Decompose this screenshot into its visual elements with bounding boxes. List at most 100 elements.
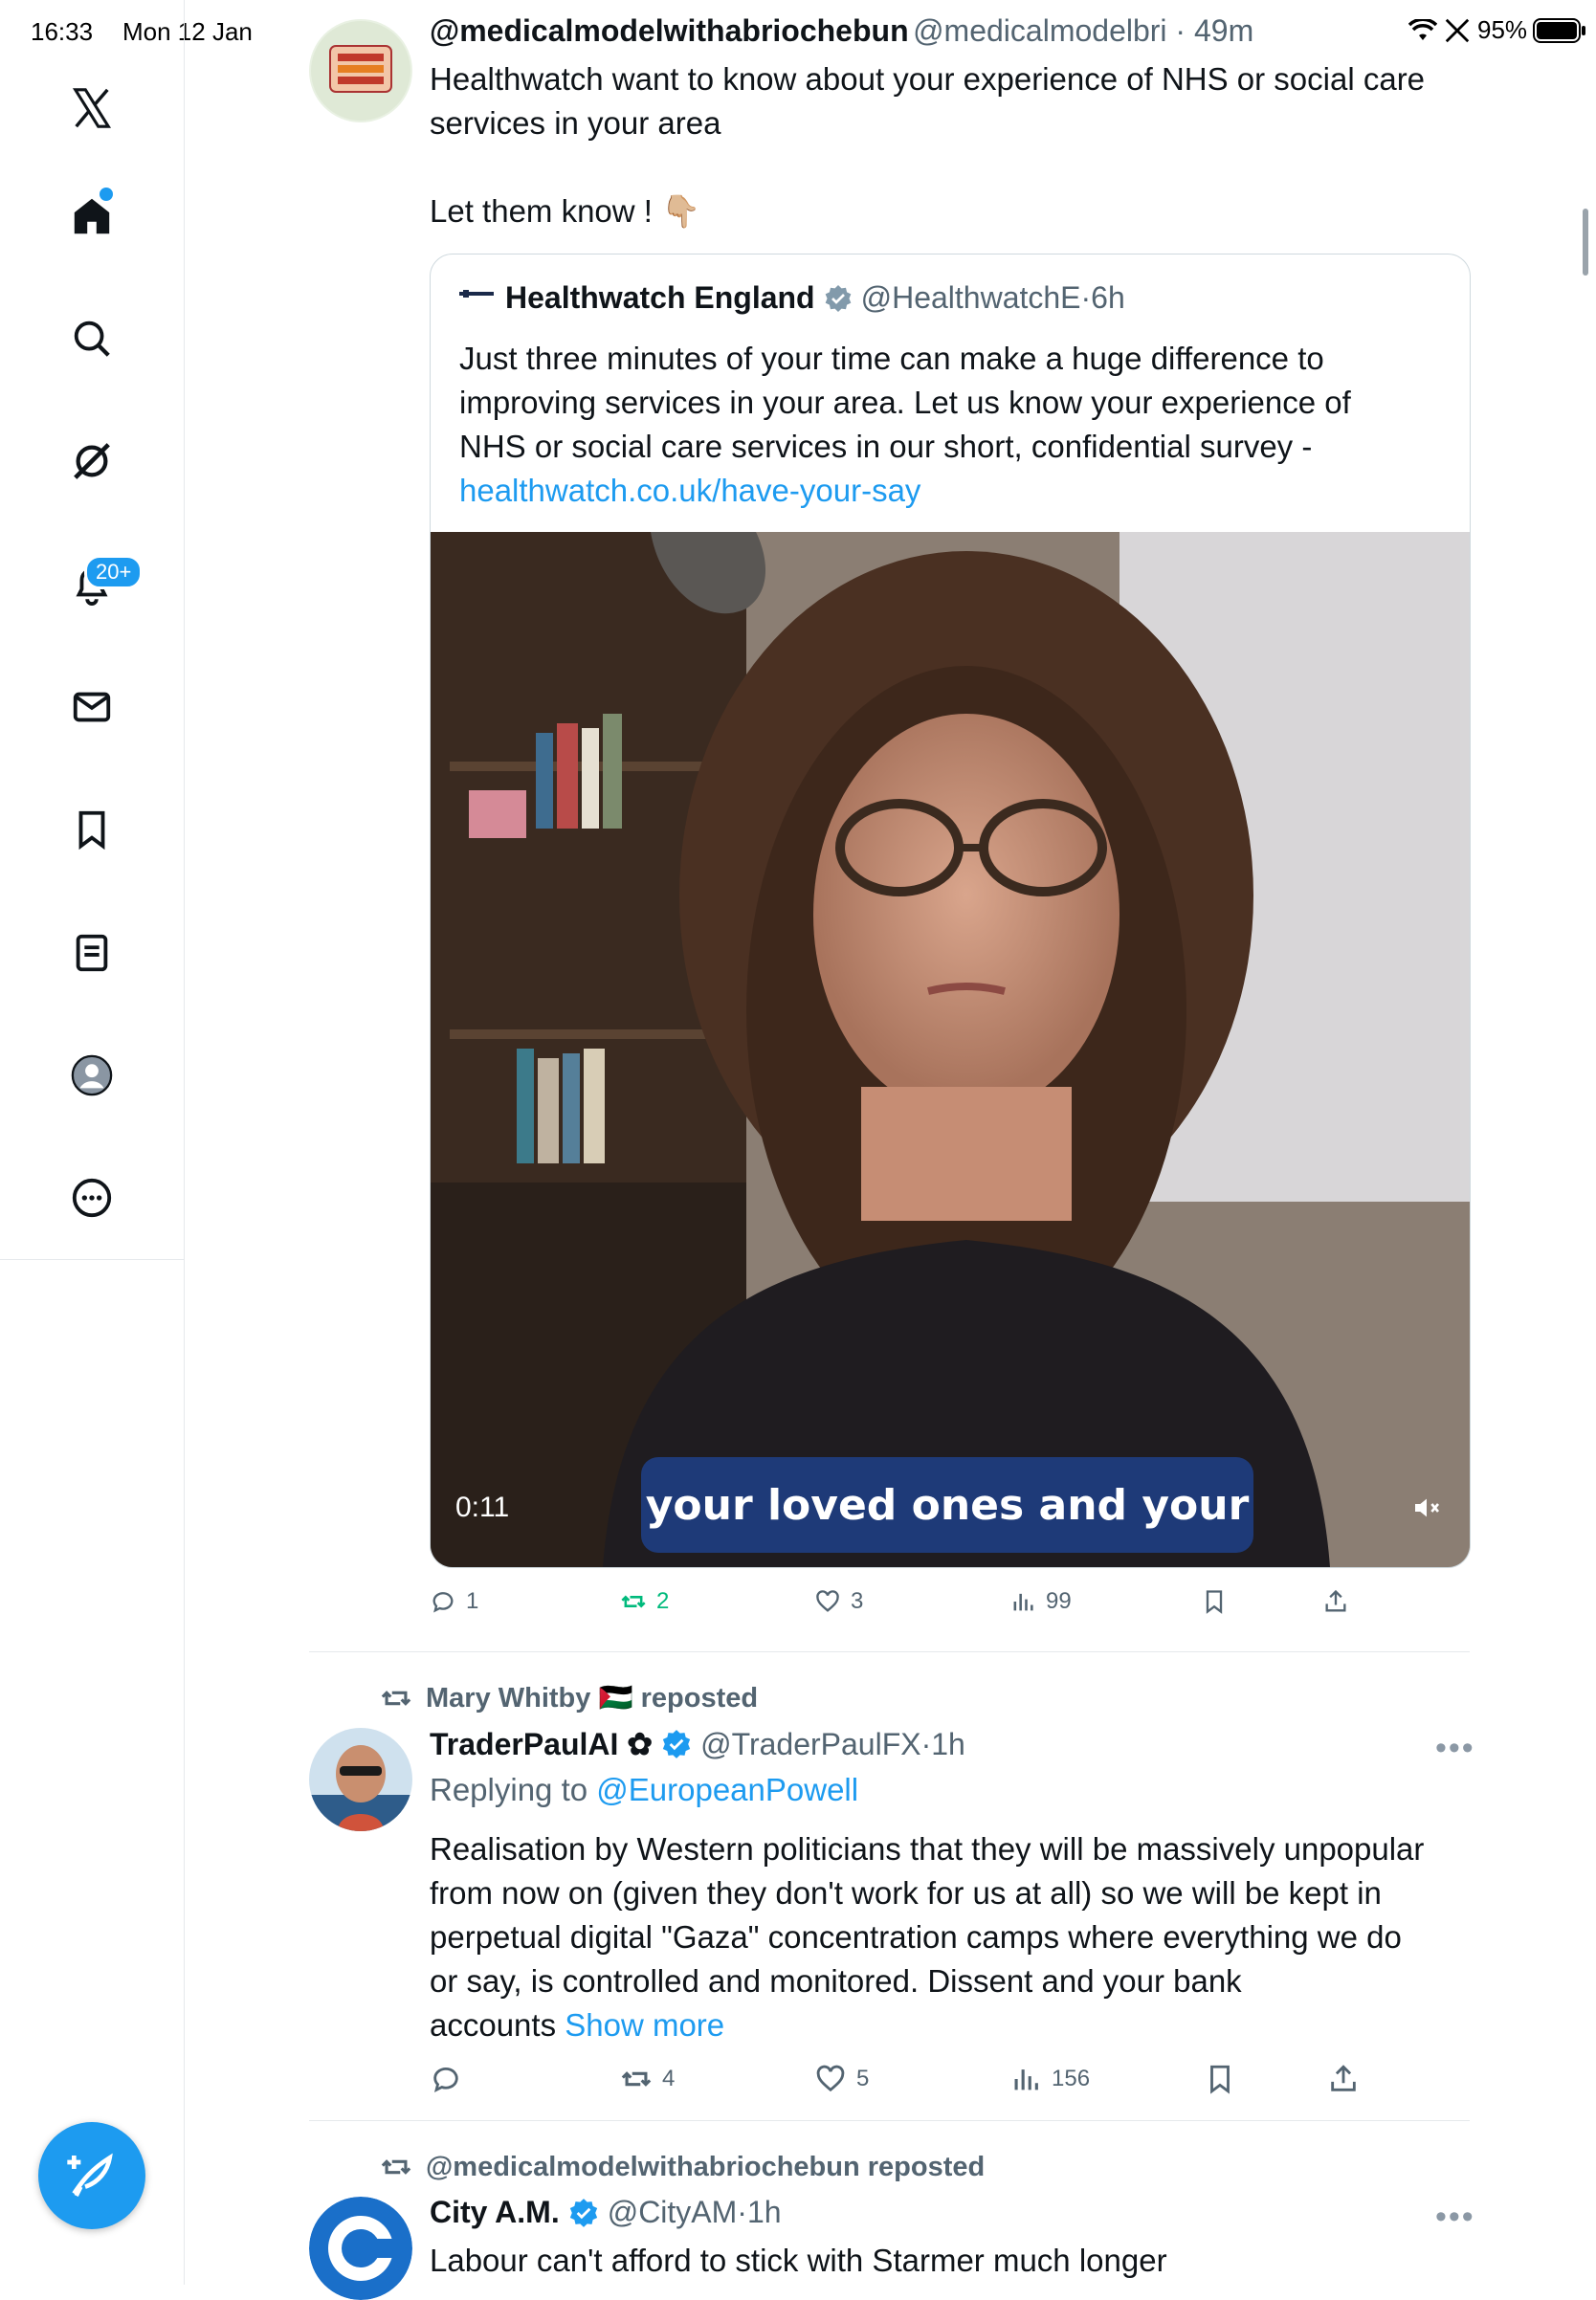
replying-prefix: Replying to bbox=[430, 1772, 597, 1807]
video-player[interactable]: 0:11 your loved ones and your bbox=[431, 532, 1470, 1567]
like-button[interactable]: 5 bbox=[814, 2063, 869, 2095]
tweet3-text-line: Labour can't afford to stick with Starme… bbox=[430, 2243, 1167, 2278]
reply-icon bbox=[433, 2067, 458, 2092]
tweet2-text-line: accounts bbox=[430, 2007, 565, 2043]
reply-button[interactable]: 1 bbox=[430, 1588, 478, 1615]
compose-button[interactable] bbox=[38, 2122, 145, 2229]
reply-button[interactable] bbox=[430, 2063, 472, 2095]
tweet3-repost-line: @medicalmodelwithabriochebun reposted bbox=[380, 2151, 985, 2183]
messages-icon[interactable] bbox=[57, 673, 126, 741]
share-icon bbox=[1325, 1589, 1346, 1612]
repost-count: 2 bbox=[656, 1588, 670, 1614]
tweet3-reposted-by[interactable]: @medicalmodelwithabriochebun reposted bbox=[426, 2152, 985, 2183]
avatar-photo bbox=[309, 1728, 412, 1831]
tweet3-text: Labour can't afford to stick with Starme… bbox=[430, 2239, 1492, 2283]
quote-tweet-card[interactable]: Healthwatch England @HealthwatchE · 6h Jus… bbox=[430, 254, 1471, 1568]
bookmark-button[interactable] bbox=[1201, 1588, 1228, 1615]
repost-icon bbox=[621, 2071, 652, 2087]
mute-icon[interactable] bbox=[1411, 1493, 1442, 1528]
tweet1-text-line: services in your area bbox=[430, 105, 721, 141]
notifications-badge: 20+ bbox=[84, 555, 144, 589]
tweet1-text-line: Let them know ! 👇🏼 bbox=[430, 193, 701, 229]
tweet1-text-line: Healthwatch want to know about your expe… bbox=[430, 61, 1426, 97]
share-button[interactable] bbox=[1327, 2063, 1360, 2095]
quote-header: Healthwatch England @HealthwatchE · 6h bbox=[505, 280, 1125, 316]
tweet2-text-line: perpetual digital "Gaza" concentration c… bbox=[430, 1919, 1402, 1955]
like-count: 5 bbox=[856, 2066, 870, 2091]
tweet2-repost-line: Mary Whitby 🇵🇸 reposted bbox=[380, 1682, 758, 1714]
tweet2-time[interactable]: 1h bbox=[931, 1727, 965, 1762]
profile-icon[interactable] bbox=[57, 1041, 126, 1110]
like-button[interactable]: 3 bbox=[814, 1588, 863, 1615]
views-count: 99 bbox=[1046, 1588, 1072, 1614]
wifi-icon bbox=[1408, 18, 1437, 40]
tweet-divider bbox=[309, 1651, 1470, 1652]
views-button[interactable]: 99 bbox=[1009, 1588, 1072, 1615]
avatar[interactable] bbox=[309, 19, 412, 122]
heart-icon bbox=[816, 1590, 839, 1612]
x-overlay-icon bbox=[1445, 18, 1470, 42]
quote-handle: @HealthwatchE bbox=[860, 280, 1081, 315]
avatar[interactable] bbox=[309, 1728, 412, 1831]
video-caption: your loved ones and your bbox=[641, 1457, 1253, 1553]
tweet1-display-name[interactable]: @medicalmodelwithabriochebun bbox=[430, 13, 909, 48]
tweet1-time[interactable]: 49m bbox=[1194, 13, 1253, 48]
replying-to-link[interactable]: @EuropeanPowell bbox=[596, 1772, 858, 1807]
grok-icon[interactable] bbox=[57, 427, 126, 496]
tweet1-text: Healthwatch want to know about your expe… bbox=[430, 57, 1492, 233]
tweet2-reposted-by[interactable]: Mary Whitby 🇵🇸 reposted bbox=[426, 1682, 758, 1714]
tweet3-header: City A.M. @CityAM · 1h bbox=[430, 2195, 782, 2230]
views-count: 156 bbox=[1052, 2066, 1091, 2091]
x-logo-icon[interactable] bbox=[57, 74, 126, 143]
verified-blue-icon bbox=[569, 2198, 597, 2227]
healthwatch-logo-icon bbox=[459, 285, 494, 302]
scrollbar-thumb[interactable] bbox=[1583, 209, 1588, 276]
tweet1-handle[interactable]: @medicalmodelbri bbox=[913, 13, 1166, 48]
tweet-divider bbox=[309, 2120, 1470, 2121]
share-button[interactable] bbox=[1322, 1588, 1349, 1615]
like-count: 3 bbox=[851, 1588, 864, 1614]
home-icon[interactable] bbox=[57, 182, 126, 251]
repost-indicator-icon bbox=[381, 2159, 411, 2175]
tweet2-text-line: from now on (given they don't work for u… bbox=[430, 1875, 1382, 1911]
avatar-council-logo-icon bbox=[311, 21, 410, 121]
verified-grey-icon bbox=[825, 284, 851, 312]
tweet3-more-icon[interactable]: ••• bbox=[1435, 2199, 1475, 2236]
tweet2-text-line: Realisation by Western politicians that … bbox=[430, 1831, 1425, 1867]
heart-icon bbox=[816, 2065, 845, 2092]
reply-count: 1 bbox=[466, 1588, 479, 1614]
views-icon bbox=[1013, 1593, 1033, 1611]
quote-text-line: improving services in your area. Let us … bbox=[459, 385, 1351, 420]
views-button[interactable]: 156 bbox=[1009, 2063, 1090, 2095]
bookmarks-icon[interactable] bbox=[57, 795, 126, 864]
battery-percent: 95% bbox=[1477, 15, 1528, 44]
tweet2-dot: · bbox=[920, 1726, 932, 1761]
quote-text: Just three minutes of your time can make… bbox=[459, 337, 1454, 513]
status-indicators: 95% bbox=[1408, 15, 1586, 45]
tweet2-handle[interactable]: @TraderPaulFX bbox=[700, 1727, 920, 1762]
tweet2-text-line: or say, is controlled and monitored. Dis… bbox=[430, 1963, 1242, 1999]
tweet2-more-icon[interactable]: ••• bbox=[1435, 1730, 1475, 1767]
tweet1-dot: · bbox=[1166, 13, 1194, 48]
verified-blue-icon bbox=[662, 1730, 691, 1758]
lists-icon[interactable] bbox=[57, 918, 126, 987]
quote-display-name: Healthwatch England bbox=[505, 280, 815, 315]
tweet2-display-name[interactable]: TraderPaulAI ✿ bbox=[430, 1726, 653, 1762]
more-icon[interactable] bbox=[57, 1163, 126, 1232]
tweet3-display-name[interactable]: City A.M. bbox=[430, 2195, 560, 2230]
tweet3-dot: · bbox=[737, 2195, 747, 2229]
bookmark-icon bbox=[1210, 2065, 1230, 2094]
reply-icon bbox=[432, 1592, 454, 1613]
repost-button[interactable]: 4 bbox=[620, 2063, 675, 2095]
show-more-link[interactable]: Show more bbox=[565, 2007, 724, 2043]
share-icon bbox=[1331, 2065, 1356, 2091]
search-icon[interactable] bbox=[57, 304, 126, 373]
home-new-dot bbox=[100, 188, 113, 201]
repost-button[interactable]: 2 bbox=[620, 1588, 669, 1615]
bookmark-button[interactable] bbox=[1204, 2063, 1236, 2095]
quote-text-line: NHS or social care services in our short… bbox=[459, 429, 1313, 464]
repost-count: 4 bbox=[662, 2066, 676, 2091]
tweet3-time[interactable]: 1h bbox=[747, 2195, 782, 2230]
tweet3-handle[interactable]: @CityAM bbox=[608, 2195, 738, 2230]
quote-link[interactable]: healthwatch.co.uk/have-your-say bbox=[459, 469, 1454, 513]
